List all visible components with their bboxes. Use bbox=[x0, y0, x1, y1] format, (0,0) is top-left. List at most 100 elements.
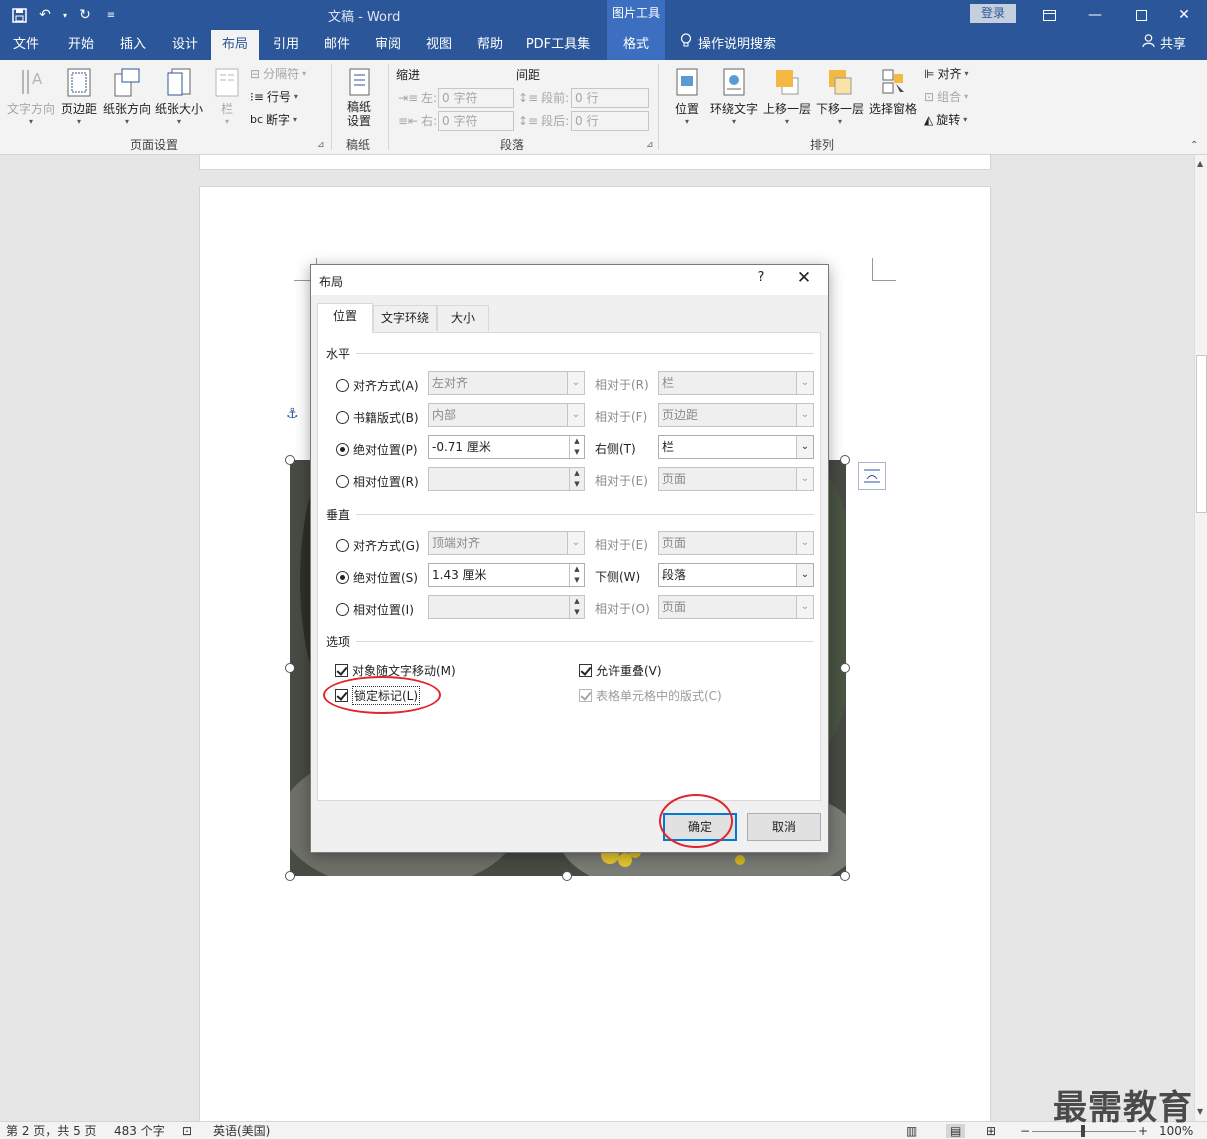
h-alignment-radio[interactable]: 对齐方式(A) bbox=[336, 377, 419, 393]
tab-position[interactable]: 位置 bbox=[317, 303, 373, 333]
orientation-button[interactable]: 纸张方向 ▾ bbox=[102, 66, 152, 126]
v-relative-relative-select[interactable]: 页面 ⌄ bbox=[658, 595, 814, 619]
h-book-layout-select[interactable]: 内部 ⌄ bbox=[428, 403, 585, 427]
text-direction-button[interactable]: A 文字方向 ▾ bbox=[6, 66, 56, 126]
close-window-icon[interactable]: ✕ bbox=[1161, 0, 1207, 30]
position-button[interactable]: 位置 ▾ bbox=[668, 66, 706, 126]
v-alignment-radio[interactable]: 对齐方式(G) bbox=[336, 537, 420, 553]
h-absolute-position-input[interactable]: -0.71 厘米 ▲ ▼ bbox=[428, 435, 585, 459]
indent-left-input[interactable]: 0 字符 bbox=[438, 88, 514, 108]
tab-references[interactable]: 引用 bbox=[263, 30, 309, 60]
word-count[interactable]: 483 个字 bbox=[114, 1124, 165, 1138]
resize-handle[interactable] bbox=[562, 871, 572, 881]
login-button[interactable]: 登录 bbox=[970, 4, 1016, 23]
hyphenation-button[interactable]: bc 断字 ▾ bbox=[250, 110, 297, 130]
tab-design[interactable]: 设计 bbox=[162, 30, 208, 60]
scroll-thumb[interactable] bbox=[1196, 355, 1207, 513]
line-numbers-button[interactable]: ⁝≡ 行号 ▾ bbox=[250, 87, 298, 107]
v-absolute-position-radio[interactable]: 绝对位置(S) bbox=[336, 569, 418, 585]
resize-handle[interactable] bbox=[285, 663, 295, 673]
language[interactable]: 英语(美国) bbox=[213, 1124, 270, 1138]
rotate-button[interactable]: ◭ 旋转 ▾ bbox=[924, 110, 967, 130]
tab-text-wrapping[interactable]: 文字环绕 bbox=[373, 305, 437, 331]
v-alignment-relative-select[interactable]: 页面 ⌄ bbox=[658, 531, 814, 555]
tell-me-search[interactable]: 操作说明搜索 bbox=[680, 30, 776, 60]
tab-home[interactable]: 开始 bbox=[58, 30, 104, 60]
tab-mailings[interactable]: 邮件 bbox=[314, 30, 360, 60]
web-layout-icon[interactable]: ⊞ bbox=[986, 1124, 996, 1138]
scroll-up-icon[interactable]: ▲ bbox=[1197, 159, 1203, 168]
h-absolute-relative-select[interactable]: 栏 ⌄ bbox=[658, 435, 814, 459]
send-backward-button[interactable]: 下移一层 ▾ bbox=[815, 66, 865, 126]
resize-handle[interactable] bbox=[840, 871, 850, 881]
customize-qat-icon[interactable]: ≡ bbox=[100, 4, 122, 26]
group-button[interactable]: ⊡ 组合 ▾ bbox=[924, 87, 968, 107]
anchor-icon[interactable]: ⚓ bbox=[286, 406, 299, 422]
ribbon-display-options-icon[interactable] bbox=[1026, 0, 1072, 30]
v-absolute-relative-select[interactable]: 段落 ⌄ bbox=[658, 563, 814, 587]
indent-right-input[interactable]: 0 字符 bbox=[438, 111, 514, 131]
tab-review[interactable]: 审阅 bbox=[365, 30, 411, 60]
maximize-icon[interactable] bbox=[1118, 0, 1164, 30]
tab-insert[interactable]: 插入 bbox=[110, 30, 156, 60]
tab-size[interactable]: 大小 bbox=[437, 305, 489, 331]
margins-button[interactable]: 页边距 ▾ bbox=[58, 66, 100, 126]
h-book-layout-relative-select[interactable]: 页边距 ⌄ bbox=[658, 403, 814, 427]
resize-handle[interactable] bbox=[285, 455, 295, 465]
allow-overlap-checkbox[interactable]: 允许重叠(V) bbox=[579, 662, 662, 678]
h-absolute-position-radio[interactable]: 绝对位置(P) bbox=[336, 441, 418, 457]
columns-button[interactable]: 栏 ▾ bbox=[212, 66, 242, 126]
scroll-down-icon[interactable]: ▼ bbox=[1197, 1107, 1203, 1116]
h-alignment-relative-select[interactable]: 栏 ⌄ bbox=[658, 371, 814, 395]
h-book-layout-radio[interactable]: 书籍版式(B) bbox=[336, 409, 419, 425]
print-layout-icon[interactable]: ▤ bbox=[946, 1124, 966, 1138]
proofing-icon[interactable]: ⊡ bbox=[182, 1124, 192, 1138]
selection-pane-button[interactable]: 选择窗格 bbox=[867, 66, 919, 117]
tab-layout[interactable]: 布局 bbox=[211, 30, 259, 60]
wrap-text-button[interactable]: 环绕文字 ▾ bbox=[708, 66, 760, 126]
manuscript-button[interactable]: 稿纸设置 bbox=[340, 66, 378, 128]
resize-handle[interactable] bbox=[285, 871, 295, 881]
minimize-icon[interactable]: — bbox=[1072, 0, 1118, 30]
help-icon[interactable]: ? bbox=[751, 270, 771, 285]
h-relative-relative-select[interactable]: 页面 ⌄ bbox=[658, 467, 814, 491]
tab-help[interactable]: 帮助 bbox=[467, 30, 513, 60]
bring-forward-button[interactable]: 上移一层 ▾ bbox=[762, 66, 812, 126]
v-relative-position-radio[interactable]: 相对位置(I) bbox=[336, 601, 414, 617]
read-mode-icon[interactable]: ▥ bbox=[906, 1124, 917, 1138]
v-alignment-select[interactable]: 顶端对齐 ⌄ bbox=[428, 531, 585, 555]
breaks-button[interactable]: ⊟ 分隔符 ▾ bbox=[250, 64, 306, 84]
highlight-ring-lock-anchor bbox=[323, 676, 441, 714]
zoom-out-icon[interactable]: − bbox=[1020, 1124, 1030, 1138]
cancel-button[interactable]: 取消 bbox=[747, 813, 821, 841]
vertical-scrollbar[interactable]: ▲ ▼ bbox=[1194, 155, 1207, 1121]
tab-view[interactable]: 视图 bbox=[416, 30, 462, 60]
resize-handle[interactable] bbox=[840, 455, 850, 465]
page-count[interactable]: 第 2 页，共 5 页 bbox=[6, 1124, 97, 1138]
size-button[interactable]: 纸张大小 ▾ bbox=[154, 66, 204, 126]
page-setup-launcher-icon[interactable]: ⊿ bbox=[317, 140, 325, 150]
undo-dropdown-icon[interactable]: ▾ bbox=[60, 4, 70, 26]
tab-format[interactable]: 格式 bbox=[607, 30, 665, 60]
v-relative-position-input[interactable]: ▲ ▼ bbox=[428, 595, 585, 619]
watermark: 最需教育 bbox=[1053, 1088, 1193, 1128]
h-relative-position-input[interactable]: ▲ ▼ bbox=[428, 467, 585, 491]
save-icon[interactable] bbox=[8, 4, 30, 26]
paragraph-launcher-icon[interactable]: ⊿ bbox=[646, 140, 654, 150]
h-relative-position-radio[interactable]: 相对位置(R) bbox=[336, 473, 419, 489]
share-button[interactable]: 共享 bbox=[1142, 30, 1186, 60]
close-icon[interactable]: ✕ bbox=[791, 268, 817, 288]
collapse-ribbon-icon[interactable]: ⌃ bbox=[1190, 140, 1198, 151]
layout-options-button[interactable] bbox=[858, 462, 886, 490]
v-absolute-position-input[interactable]: 1.43 厘米 ▲ ▼ bbox=[428, 563, 585, 587]
layout-in-table-cell-checkbox[interactable]: 表格单元格中的版式(C) bbox=[579, 687, 722, 703]
h-alignment-select[interactable]: 左对齐 ⌄ bbox=[428, 371, 585, 395]
undo-icon[interactable]: ↶ bbox=[34, 4, 56, 26]
resize-handle[interactable] bbox=[840, 663, 850, 673]
space-after-input[interactable]: 0 行 bbox=[571, 111, 649, 131]
tab-pdf-tools[interactable]: PDF工具集 bbox=[518, 30, 598, 60]
redo-icon[interactable]: ↻ bbox=[74, 4, 96, 26]
tab-file[interactable]: 文件 bbox=[4, 30, 48, 60]
align-button[interactable]: ⊫ 对齐 ▾ bbox=[924, 64, 968, 84]
space-before-input[interactable]: 0 行 bbox=[571, 88, 649, 108]
